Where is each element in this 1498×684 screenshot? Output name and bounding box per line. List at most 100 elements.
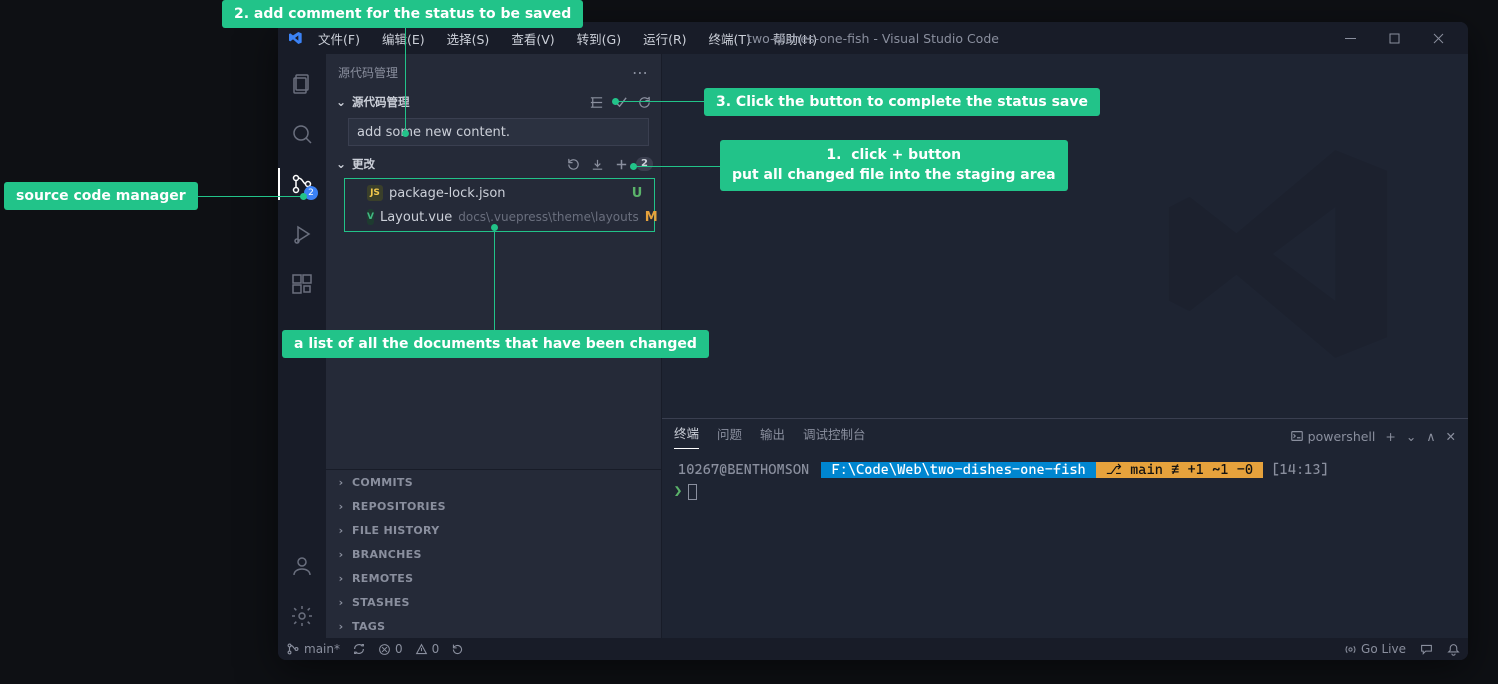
file-type-icon: V xyxy=(367,209,374,225)
maximize-panel-icon[interactable]: ∧ xyxy=(1426,429,1435,444)
tab-problems[interactable]: 问题 xyxy=(717,424,742,449)
shell-selector[interactable]: powershell xyxy=(1290,429,1376,444)
stash-icon[interactable] xyxy=(588,155,606,173)
close-panel-icon[interactable]: ✕ xyxy=(1446,429,1456,444)
scm-section-label: 源代码管理 xyxy=(352,94,410,110)
sidebar-title: 源代码管理 xyxy=(338,64,398,81)
settings-icon[interactable] xyxy=(278,594,326,638)
window-title: two-dishes-one-fish - Visual Studio Code xyxy=(747,31,999,46)
file-status: M xyxy=(645,210,658,225)
file-name: Layout.vue xyxy=(380,210,452,225)
file-type-icon: JS xyxy=(367,185,383,201)
view-tree-icon[interactable] xyxy=(587,93,605,111)
maximize-button[interactable] xyxy=(1372,22,1416,54)
search-icon[interactable] xyxy=(278,112,326,156)
annotation-click-commit: 3. Click the button to complete the stat… xyxy=(704,88,1100,116)
changes-section-header[interactable]: ⌄ 更改 2 xyxy=(326,152,661,176)
minimize-button[interactable] xyxy=(1328,22,1372,54)
section-file-history[interactable]: ›FILE HISTORY xyxy=(326,518,661,542)
tab-terminal[interactable]: 终端 xyxy=(674,423,699,449)
error-count: 0 xyxy=(395,642,403,656)
terminal-tabs: 终端 问题 输出 调试控制台 powershell + ⌄ ∧ ✕ xyxy=(662,419,1468,453)
section-commits[interactable]: ›COMMITS xyxy=(326,470,661,494)
refresh-icon[interactable] xyxy=(635,93,653,111)
account-icon[interactable] xyxy=(278,544,326,588)
section-stashes[interactable]: ›STASHES xyxy=(326,590,661,614)
terminal-time: [14:13] xyxy=(1271,462,1328,478)
feedback-icon[interactable] xyxy=(1420,643,1433,656)
section-label: FILE HISTORY xyxy=(352,524,439,537)
terminal-panel: 终端 问题 输出 调试控制台 powershell + ⌄ ∧ ✕ xyxy=(662,418,1468,638)
explorer-icon[interactable] xyxy=(278,62,326,106)
tab-output[interactable]: 输出 xyxy=(760,424,785,449)
terminal-cursor xyxy=(688,484,697,500)
notifications-icon[interactable] xyxy=(1447,643,1460,656)
menu-run[interactable]: 运行(R) xyxy=(635,25,694,52)
file-name: package-lock.json xyxy=(389,186,506,201)
discard-all-icon[interactable] xyxy=(564,155,582,173)
new-terminal-icon[interactable]: + xyxy=(1385,429,1395,444)
annotation-changed-list: a list of all the documents that have be… xyxy=(282,330,709,358)
annotation-dot xyxy=(402,130,409,137)
sync-indicator[interactable] xyxy=(352,642,366,656)
annotation-comment: 2. add comment for the status to be save… xyxy=(222,0,583,28)
split-terminal-dropdown-icon[interactable]: ⌄ xyxy=(1406,429,1416,444)
chevron-down-icon: ⌄ xyxy=(334,95,348,109)
errors-indicator[interactable]: 0 xyxy=(378,642,403,656)
change-row[interactable]: V Layout.vue docs\.vuepress\theme\layout… xyxy=(345,205,654,229)
section-label: COMMITS xyxy=(352,476,413,489)
menu-edit[interactable]: 编辑(E) xyxy=(374,25,433,52)
annotation-dot xyxy=(300,193,307,200)
tab-debug-console[interactable]: 调试控制台 xyxy=(803,424,866,449)
annotation-dot xyxy=(612,98,619,105)
window-controls xyxy=(1328,22,1460,54)
go-live-label: Go Live xyxy=(1361,642,1406,656)
terminal-path: F:\Code\Web\two-dishes-one-fish xyxy=(821,462,1095,478)
menu-go[interactable]: 转到(G) xyxy=(569,25,629,52)
section-branches[interactable]: ›BRANCHES xyxy=(326,542,661,566)
terminal-git: ⎇ main ≢ +1 ~1 -0 xyxy=(1096,462,1263,478)
statusbar: main* 0 0 Go Live xyxy=(278,638,1468,660)
annotation-line xyxy=(405,24,406,132)
branch-indicator[interactable]: main* xyxy=(286,642,340,656)
annotation-scm: source code manager xyxy=(4,182,198,210)
go-live-button[interactable]: Go Live xyxy=(1344,642,1406,656)
warning-count: 0 xyxy=(432,642,440,656)
menu-selection[interactable]: 选择(S) xyxy=(439,25,498,52)
annotation-text-line1: 1. click + button xyxy=(826,147,961,163)
section-tags[interactable]: ›TAGS xyxy=(326,614,661,638)
annotation-dot xyxy=(491,224,498,231)
section-label: TAGS xyxy=(352,620,385,633)
section-repositories[interactable]: ›REPOSITORIES xyxy=(326,494,661,518)
close-button[interactable] xyxy=(1416,22,1460,54)
annotation-line xyxy=(636,166,720,167)
menu-view[interactable]: 查看(V) xyxy=(503,25,562,52)
shell-label: powershell xyxy=(1308,429,1376,444)
annotation-dot xyxy=(630,163,637,170)
scm-section-header[interactable]: ⌄ 源代码管理 xyxy=(326,90,661,114)
extensions-icon[interactable] xyxy=(278,262,326,306)
section-remotes[interactable]: ›REMOTES xyxy=(326,566,661,590)
commit-message-input[interactable] xyxy=(348,118,649,146)
warnings-indicator[interactable]: 0 xyxy=(415,642,440,656)
annotation-line xyxy=(182,196,302,197)
change-row[interactable]: JS package-lock.json U xyxy=(345,181,654,205)
history-indicator[interactable] xyxy=(451,643,464,656)
section-label: BRANCHES xyxy=(352,548,422,561)
terminal-host: 10267@BENTHOMSON xyxy=(674,462,813,478)
prompt-symbol: ❯ xyxy=(674,484,682,500)
vscode-watermark-icon xyxy=(1148,124,1408,384)
changes-count-badge: 2 xyxy=(636,157,653,171)
changes-label: 更改 xyxy=(352,156,375,172)
more-icon[interactable]: ⋯ xyxy=(632,63,649,82)
annotation-text-line2: put all changed file into the staging ar… xyxy=(732,167,1056,183)
stage-all-icon[interactable] xyxy=(612,155,630,173)
sidebar-header: 源代码管理 ⋯ xyxy=(326,54,661,90)
chevron-down-icon: ⌄ xyxy=(334,157,348,171)
terminal-body[interactable]: 10267@BENTHOMSON F:\Code\Web\two-dishes-… xyxy=(662,453,1468,638)
annotation-click-stage: 1. click + button put all changed file i… xyxy=(720,140,1068,191)
branch-name: main* xyxy=(304,642,340,656)
menu-file[interactable]: 文件(F) xyxy=(310,25,368,52)
run-debug-icon[interactable] xyxy=(278,212,326,256)
vscode-logo-icon xyxy=(286,29,304,47)
